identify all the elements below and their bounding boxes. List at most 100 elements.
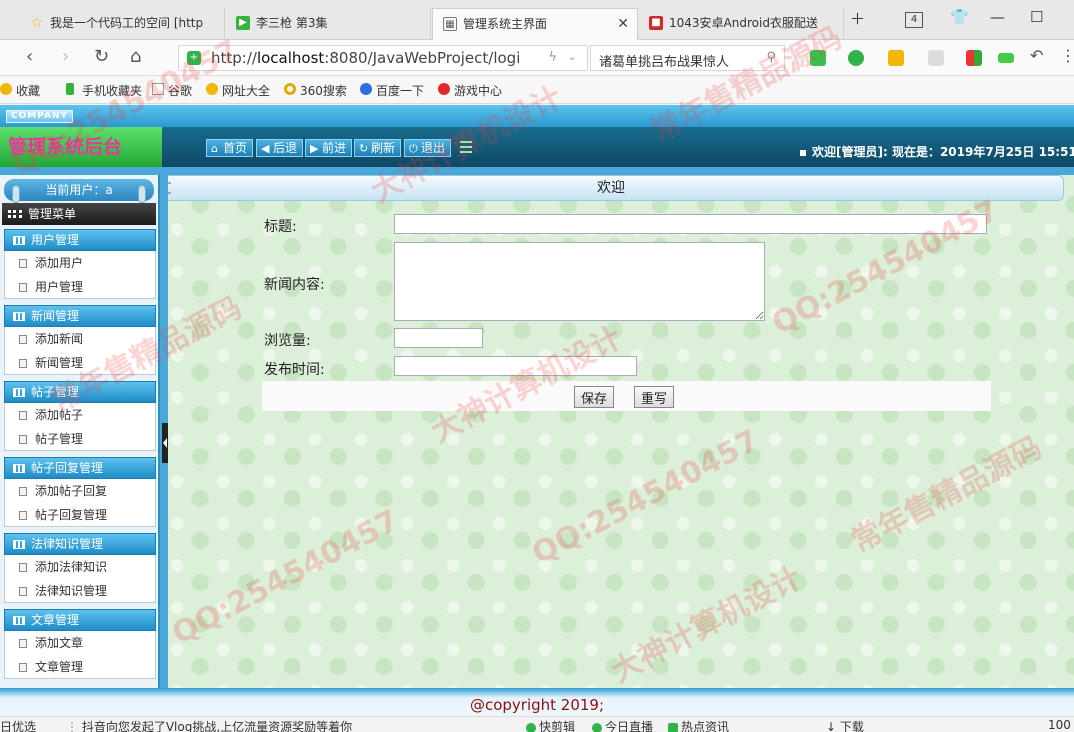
page-footer: @copyright 2019; [0,688,1074,716]
tab-count-badge[interactable]: 4 [905,12,923,28]
menu-item-manage-article[interactable]: 文章管理 [4,655,156,679]
phone-icon [66,83,74,95]
menu-group-header[interactable]: 新闻管理 [4,305,156,327]
menu-item-manage-law[interactable]: 法律知识管理 [4,579,156,603]
menu-group-header[interactable]: 用户管理 [4,229,156,251]
bookmark-item[interactable]: 360搜索 [284,82,347,99]
search-input[interactable]: 诸葛单挑吕布战果惊人 ⚲ [590,45,785,71]
publish-time-label: 发布时间: [264,362,325,378]
zoom-level[interactable]: 100 [1048,718,1071,732]
bookmark-item[interactable]: 游戏中心 [438,82,502,99]
browser-status-bar: 日优选 ⋮ 抖音向您发起了Vlog挑战,上亿流量资源奖励等着你 快剪辑 今日直播… [0,716,1074,732]
search-icon[interactable]: ⚲ [766,50,776,65]
translate-icon[interactable] [848,50,864,66]
status-item[interactable]: ↓ 下载 [826,718,864,732]
battery-icon[interactable] [998,53,1014,63]
security-shield-icon: + [187,51,201,65]
menu-item-add-law[interactable]: 添加法律知识 [4,555,156,579]
browser-tab-bar: ☆ 我是一个代码工的空间 [http ▶ 李三枪 第3集 ▦ 管理系统主界面 ✕… [0,0,1074,40]
menu-group-header[interactable]: 帖子管理 [4,381,156,403]
apps-icon[interactable] [966,50,982,66]
red-square-icon: ■ [649,16,663,30]
bookmark-item[interactable]: 收藏 [0,82,40,99]
star-icon [0,83,12,95]
menu-group-reply: 帖子回复管理 添加帖子回复 帖子回复管理 [4,457,156,527]
forward-icon[interactable]: › [62,46,69,67]
close-icon[interactable]: ✕ [617,9,629,39]
menu-item-manage-post[interactable]: 帖子管理 [4,427,156,451]
menu-group-header[interactable]: 文章管理 [4,609,156,631]
status-item[interactable]: 今日直播 [592,718,653,732]
menu-item-add-post[interactable]: 添加帖子 [4,403,156,427]
menu-item-add-article[interactable]: 添加文章 [4,631,156,655]
forward-button[interactable]: ▶ 前进 [305,139,353,157]
views-input[interactable] [394,328,483,348]
home-icon[interactable]: ⌂ [130,46,141,67]
company-strip: COMPANY [0,105,1074,127]
refresh-button[interactable]: ↻ 刷新 [354,139,402,157]
status-item[interactable]: 快剪辑 [526,718,575,732]
bookmark-item[interactable]: 谷歌 [152,82,192,99]
views-label: 浏览量: [264,333,311,349]
current-user: 当前用户：a [4,179,154,203]
maximize-icon[interactable]: ☐ [1030,8,1043,26]
back-icon[interactable]: ‹ [26,46,33,67]
page-icon [19,639,27,648]
star-icon: ☆ [30,15,44,31]
url-input[interactable]: + http://localhost:8080/JavaWebProject/l… [178,45,588,71]
status-item[interactable]: 日优选 [0,718,36,732]
browser-tab-active[interactable]: ▦ 管理系统主界面 ✕ [432,8,638,40]
copyright-text: @copyright 2019; [469,696,605,714]
reload-icon[interactable]: ↻ [94,46,109,67]
undo-icon[interactable]: ↶ [1030,46,1043,65]
list-icon [13,464,25,473]
menu-item-add-news[interactable]: 添加新闻 [4,327,156,351]
bookmark-item[interactable]: 手机收藏夹 [66,82,142,99]
shield-icon[interactable] [888,50,904,66]
bookmarks-bar: 收藏 手机收藏夹 谷歌 网址大全 360搜索 百度一下 游戏中心 [0,76,1074,104]
menu-item-manage-user[interactable]: 用户管理 [4,275,156,299]
logout-button[interactable]: ⏻ 退出 [404,139,452,157]
title-input[interactable] [394,214,987,234]
browser-tab-2[interactable]: ▶ 李三枪 第3集 [226,8,431,40]
scissors-icon[interactable] [810,50,826,66]
menu-item-manage-reply[interactable]: 帖子回复管理 [4,503,156,527]
browser-tab-4[interactable]: ■ 1043安卓Android衣服配送 [639,8,844,40]
menu-icon[interactable] [460,141,472,153]
reset-button[interactable]: 重写 [634,386,675,408]
bullet-icon [800,149,806,156]
menu-lines-icon [168,182,171,194]
bookmark-item[interactable]: 百度一下 [360,82,424,99]
menu-group-header[interactable]: 法律知识管理 [4,533,156,555]
more-icon[interactable]: ⋮ [1060,46,1074,65]
list-icon [13,312,25,321]
image-icon[interactable] [928,50,944,66]
minimize-icon[interactable]: — [990,8,1005,26]
paw-icon [360,83,372,95]
power-icon: ⏻ [409,142,418,155]
back-button[interactable]: ◀ 后退 [256,139,304,157]
admin-app: COMPANY 管理系统后台 ⌂ 首页 ◀ 后退 ▶ 前进 ↻ 刷新 ⏻ 退出 欢迎[管理… [0,105,1074,688]
pin-icon [12,185,20,203]
chevron-down-icon[interactable]: ⌄ [568,50,577,63]
browser-tab-1[interactable]: ☆ 我是一个代码工的空间 [http [20,8,225,40]
browser-tab-label: 管理系统主界面 [463,17,548,31]
home-button[interactable]: ⌂ 首页 [206,139,254,157]
content-textarea[interactable] [394,242,765,321]
new-tab-icon[interactable]: ＋ [850,8,865,29]
menu-group-post: 帖子管理 添加帖子 帖子管理 [4,381,156,451]
gamepad-icon [438,83,450,95]
status-news-ticker[interactable]: ⋮ 抖音向您发起了Vlog挑战,上亿流量资源奖励等着你 [66,718,352,732]
lightning-icon[interactable]: ϟ [548,50,557,65]
save-button[interactable]: 保存 [574,386,615,408]
bookmark-item[interactable]: 网址大全 [206,82,270,99]
shirt-icon[interactable]: 👕 [950,8,969,26]
menu-item-add-reply[interactable]: 添加帖子回复 [4,479,156,503]
app-header: 管理系统后台 ⌂ 首页 ◀ 后退 ▶ 前进 ↻ 刷新 ⏻ 退出 欢迎[管理员]: 现在是：… [0,127,1074,167]
menu-group-header[interactable]: 帖子回复管理 [4,457,156,479]
address-bar: ‹ › ↻ ⌂ + http://localhost:8080/JavaWebP… [0,40,1074,76]
menu-item-manage-news[interactable]: 新闻管理 [4,351,156,375]
publish-time-input[interactable] [394,356,637,376]
status-item[interactable]: 热点资讯 [668,718,729,732]
menu-item-add-user[interactable]: 添加用户 [4,251,156,275]
